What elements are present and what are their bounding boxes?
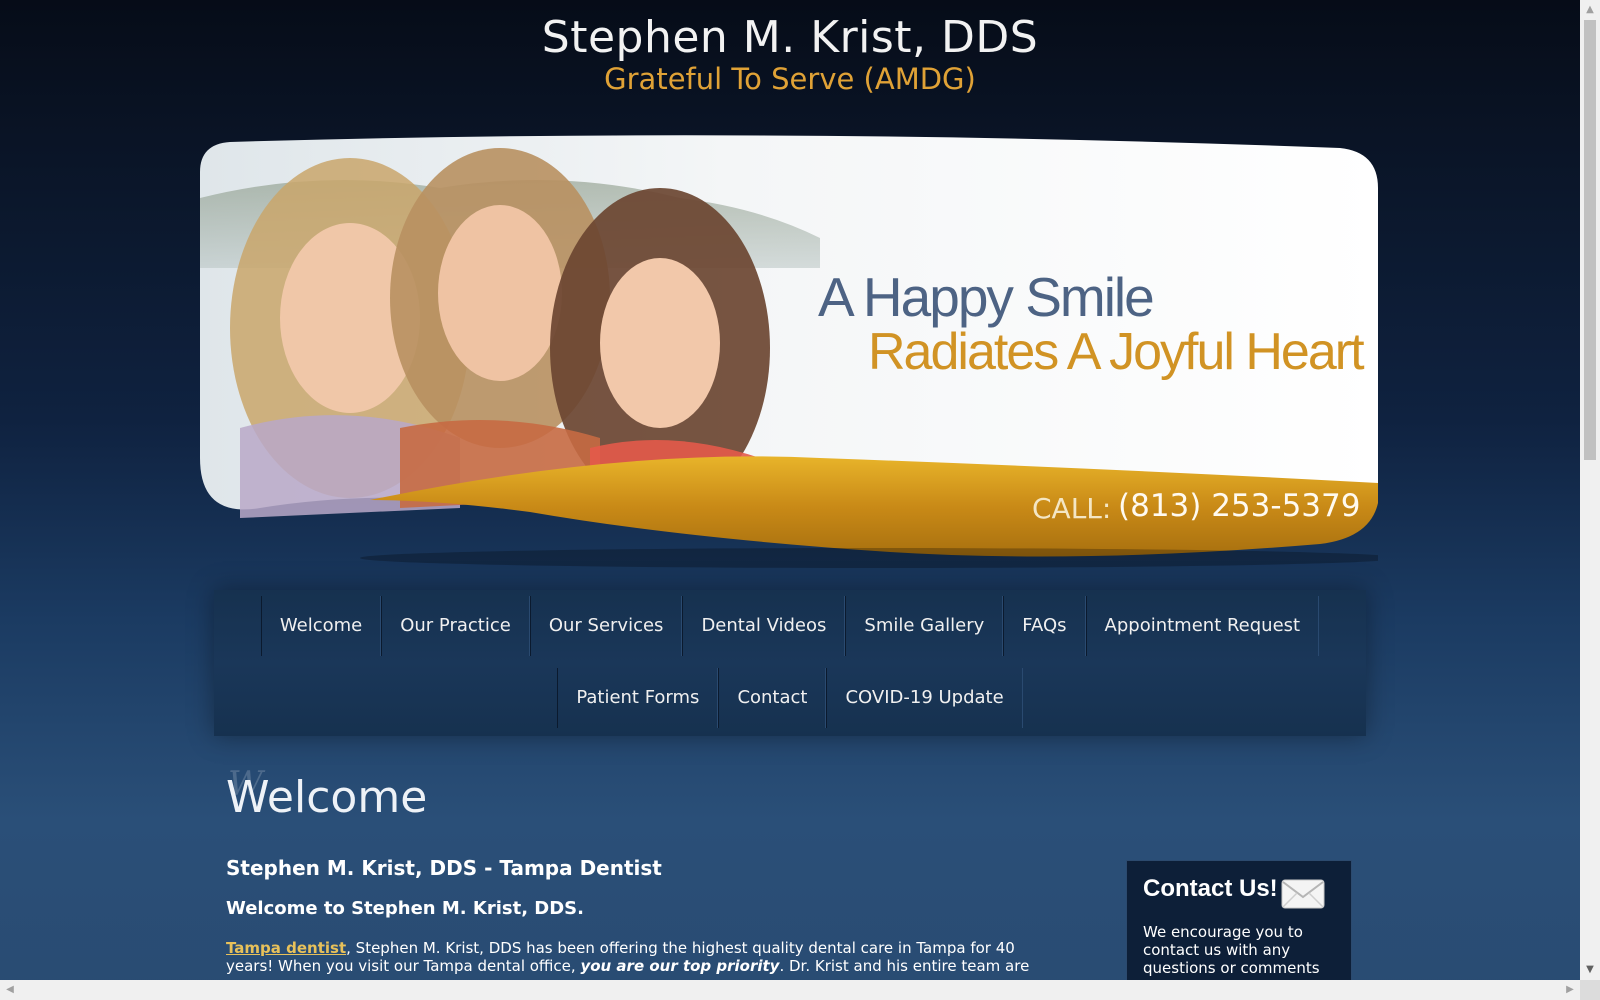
vertical-scrollbar[interactable]: ▲ ▼ — [1580, 0, 1600, 980]
site-tagline: Grateful To Serve (AMDG) — [604, 62, 976, 96]
site-header: Stephen M. Krist, DDS Grateful To Serve … — [0, 0, 1580, 130]
vertical-scroll-thumb[interactable] — [1584, 20, 1596, 460]
contact-box-text: We encourage you to contact us with any … — [1143, 923, 1320, 977]
page-title: Welcome — [226, 772, 428, 823]
content-subheading: Stephen M. Krist, DDS - Tampa Dentist — [226, 856, 662, 880]
scroll-right-arrow-icon[interactable]: ▶ — [1560, 980, 1580, 1000]
nav-item-our-services[interactable]: Our Services — [529, 596, 683, 656]
nav-item-contact[interactable]: Contact — [718, 668, 827, 728]
welcome-line: Welcome to Stephen M. Krist, DDS. — [226, 898, 584, 919]
envelope-icon[interactable] — [1281, 879, 1325, 909]
site-title[interactable]: Stephen M. Krist, DDS — [0, 12, 1580, 63]
nav-item-our-practice[interactable]: Our Practice — [381, 596, 530, 656]
contact-box[interactable]: Contact Us! We encourage you to contact … — [1126, 860, 1352, 980]
intro-emphasis: you are our top priority — [580, 957, 780, 975]
tampa-dentist-link[interactable]: Tampa dentist — [226, 939, 346, 957]
banner-headline: A Happy Smile — [818, 266, 1155, 328]
hero-banner: A Happy Smile Radiates A Joyful Heart CA… — [200, 128, 1378, 568]
contact-box-title[interactable]: Contact Us! — [1143, 875, 1278, 903]
banner-phone-number[interactable]: (813) 253-5379 — [1118, 488, 1360, 524]
horizontal-scrollbar[interactable]: ◀ ▶ — [0, 980, 1580, 1000]
main-navigation: Welcome Our Practice Our Services Dental… — [214, 590, 1366, 736]
nav-item-smile-gallery[interactable]: Smile Gallery — [845, 596, 1004, 656]
banner-subheadline: Radiates A Joyful Heart — [868, 323, 1365, 381]
scroll-left-arrow-icon[interactable]: ◀ — [0, 980, 20, 1000]
intro-text-2: . Dr. Krist and his entire team are — [779, 957, 1030, 975]
scrollbar-corner — [1580, 980, 1600, 1000]
scroll-down-arrow-icon[interactable]: ▼ — [1580, 960, 1600, 980]
nav-item-covid-19-update[interactable]: COVID-19 Update — [826, 668, 1023, 728]
nav-item-faqs[interactable]: FAQs — [1003, 596, 1086, 656]
page-viewport: Stephen M. Krist, DDS Grateful To Serve … — [0, 0, 1580, 980]
nav-row-1: Welcome Our Practice Our Services Dental… — [214, 596, 1366, 656]
banner-call-label: CALL: — [1032, 492, 1112, 525]
nav-item-dental-videos[interactable]: Dental Videos — [682, 596, 846, 656]
nav-row-2: Patient Forms Contact COVID-19 Update — [214, 668, 1366, 728]
nav-item-patient-forms[interactable]: Patient Forms — [557, 668, 719, 728]
nav-item-appointment-request[interactable]: Appointment Request — [1085, 596, 1320, 656]
intro-paragraph: Tampa dentist, Stephen M. Krist, DDS has… — [226, 939, 1066, 975]
nav-item-welcome[interactable]: Welcome — [260, 596, 382, 656]
scroll-up-arrow-icon[interactable]: ▲ — [1580, 0, 1600, 20]
